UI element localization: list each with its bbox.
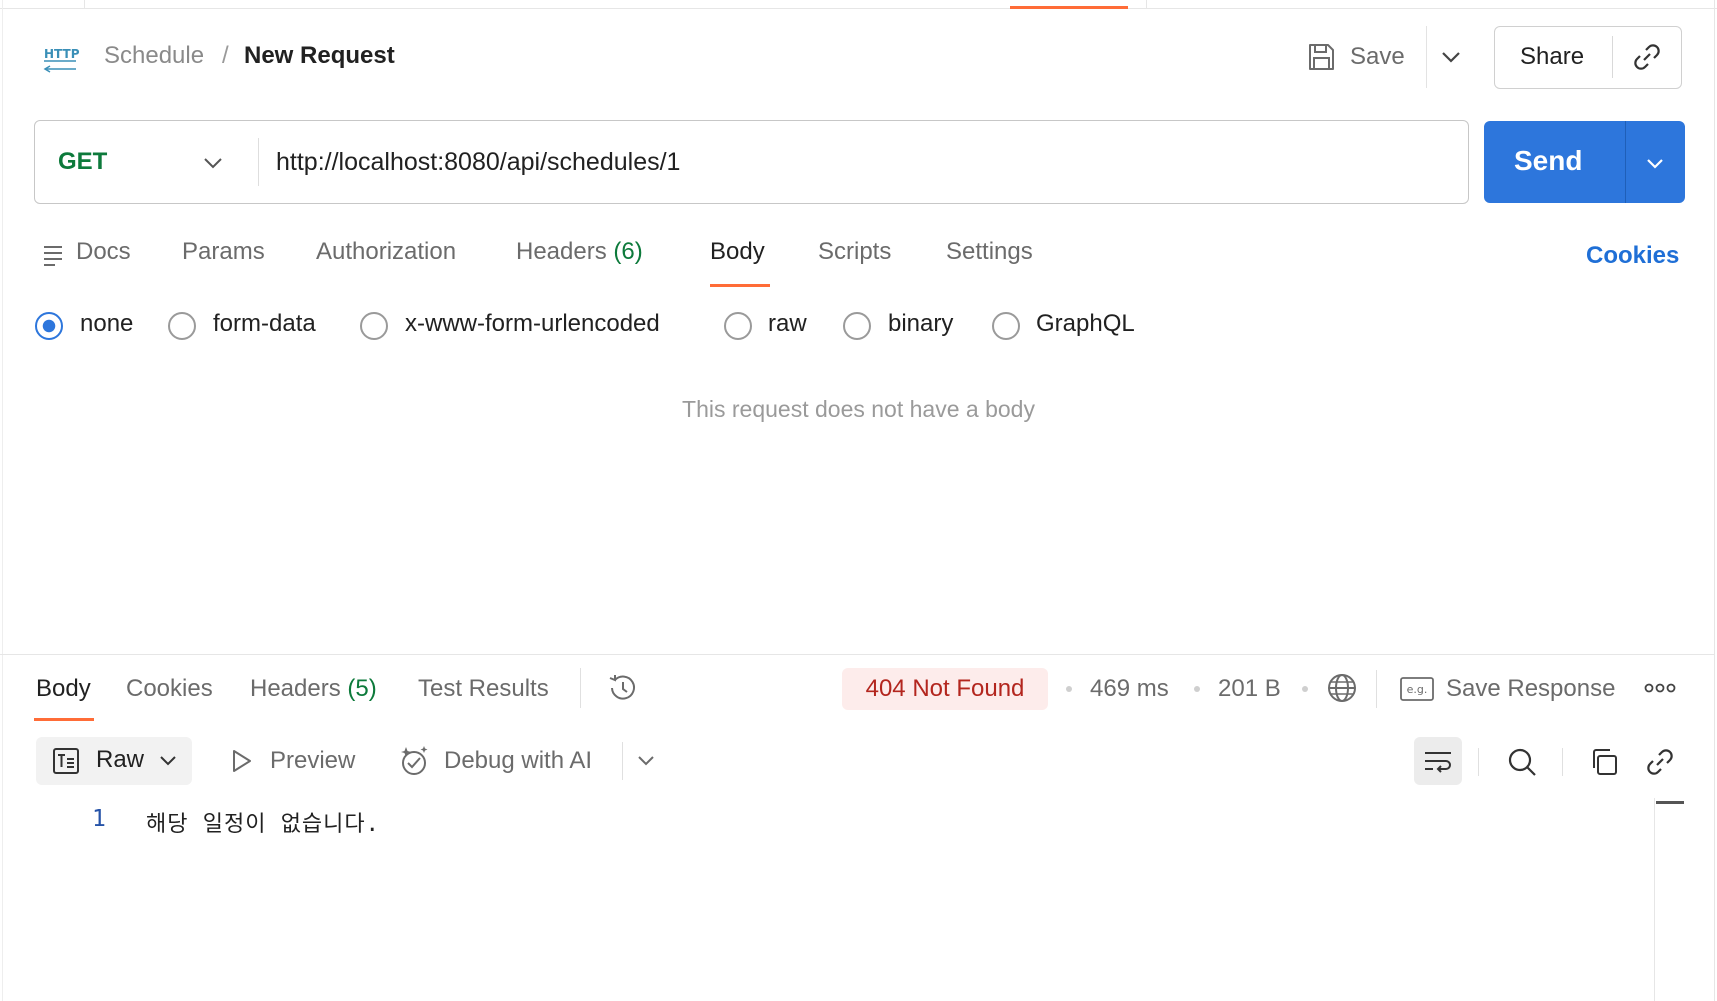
share-divider <box>1612 36 1613 78</box>
chevron-down-icon[interactable] <box>156 748 180 772</box>
copy-icon[interactable] <box>1588 746 1620 778</box>
response-tab-divider <box>580 668 581 708</box>
save-icon <box>1309 44 1334 70</box>
svg-text:HTTP: HTTP <box>44 47 80 61</box>
radio-label-urlencoded[interactable]: x-www-form-urlencoded <box>405 310 660 338</box>
tab-docs[interactable]: Docs <box>76 238 131 266</box>
line-number: 1 <box>92 806 106 832</box>
link-icon[interactable] <box>1632 42 1662 72</box>
empty-body-message: This request does not have a body <box>682 396 1035 422</box>
wrap-lines-icon <box>1425 752 1451 773</box>
radio-raw[interactable] <box>724 312 752 340</box>
active-tab-underline <box>710 284 770 287</box>
response-body-line[interactable]: 해당 일정이 없습니다. <box>146 806 380 838</box>
response-tab-test-results[interactable]: Test Results <box>418 675 549 703</box>
request-name[interactable]: New Request <box>244 42 395 70</box>
breadcrumb-separator: / <box>222 42 229 69</box>
url-divider <box>258 138 259 186</box>
response-tab-underline <box>34 718 94 721</box>
tab-authorization[interactable]: Authorization <box>316 238 456 266</box>
radio-none[interactable] <box>35 312 63 340</box>
radio-label-binary[interactable]: binary <box>888 310 953 338</box>
search-icon[interactable] <box>1506 746 1538 778</box>
radio-form-data[interactable] <box>168 312 196 340</box>
response-tab-headers[interactable]: Headers (5) <box>250 675 377 703</box>
play-icon <box>233 750 251 772</box>
example-icon-label: e.g. <box>1407 683 1428 696</box>
headers-count: (6) <box>613 238 643 265</box>
tab-settings[interactable]: Settings <box>946 238 1033 266</box>
radio-label-none[interactable]: none <box>80 310 133 338</box>
response-size[interactable]: 201 B <box>1218 675 1281 703</box>
tab-body[interactable]: Body <box>710 238 765 266</box>
docs-icon <box>44 246 62 266</box>
http-icon: HTTP <box>43 47 80 73</box>
breadcrumb-collection[interactable]: Schedule <box>104 42 204 70</box>
scrollbar-track[interactable] <box>1654 798 1655 1001</box>
meta-divider <box>1376 670 1377 708</box>
response-time[interactable]: 469 ms <box>1090 675 1169 703</box>
radio-graphql[interactable] <box>992 312 1020 340</box>
cookies-link[interactable]: Cookies <box>1586 242 1679 270</box>
radio-label-form-data[interactable]: form-data <box>213 310 316 338</box>
save-divider <box>1426 26 1427 88</box>
tab-separator <box>84 0 85 9</box>
send-divider <box>1625 121 1626 203</box>
tab-params[interactable]: Params <box>182 238 265 266</box>
response-headers-count: (5) <box>347 675 377 702</box>
chevron-down-icon[interactable] <box>200 150 226 176</box>
chevron-down-icon[interactable] <box>1642 150 1668 176</box>
meta-dot <box>1066 686 1072 692</box>
globe-icon[interactable] <box>1326 672 1358 704</box>
tab-separator <box>1146 0 1147 9</box>
active-tab-indicator <box>1010 6 1128 9</box>
history-icon[interactable] <box>606 672 638 704</box>
text-format-icon <box>53 748 79 774</box>
pane-divider[interactable] <box>0 654 1714 655</box>
method-selector[interactable]: GET <box>58 148 107 176</box>
share-label: Share <box>1520 43 1585 70</box>
chevron-down-icon[interactable] <box>1438 44 1464 70</box>
radio-label-graphql[interactable]: GraphQL <box>1036 310 1135 338</box>
url-input[interactable] <box>276 132 1456 192</box>
response-tab-body[interactable]: Body <box>36 675 91 703</box>
radio-binary[interactable] <box>843 312 871 340</box>
right-border <box>1714 0 1715 1001</box>
debug-divider <box>622 742 623 780</box>
format-label: Raw <box>96 746 145 773</box>
radio-urlencoded[interactable] <box>360 312 388 340</box>
send-label: Send <box>1514 145 1583 176</box>
top-tab-strip <box>0 0 1717 1001</box>
tab-headers[interactable]: Headers (6) <box>516 238 643 266</box>
left-border <box>2 0 3 1001</box>
save-label: Save <box>1350 43 1405 70</box>
status-badge[interactable]: 404 Not Found <box>842 668 1048 710</box>
meta-dot <box>1302 686 1308 692</box>
save-response-button[interactable]: Save Response <box>1446 675 1615 703</box>
more-options-icon[interactable] <box>1644 680 1676 696</box>
meta-dot <box>1194 686 1200 692</box>
link-icon[interactable] <box>1644 746 1676 778</box>
tab-scripts[interactable]: Scripts <box>818 238 891 266</box>
scrollbar-thumb[interactable] <box>1656 801 1684 804</box>
toolbar-divider <box>1478 748 1479 776</box>
debug-with-ai-button[interactable]: Debug with AI <box>444 747 592 775</box>
response-tab-cookies[interactable]: Cookies <box>126 675 213 703</box>
toolbar-divider <box>1562 748 1563 776</box>
chevron-down-icon[interactable] <box>634 748 658 772</box>
save-button[interactable]: Save <box>1306 32 1405 82</box>
preview-button[interactable]: Preview <box>270 747 355 775</box>
debug-ai-icon <box>401 746 428 775</box>
radio-label-raw[interactable]: raw <box>768 310 807 338</box>
example-icon: e.g. <box>1400 677 1434 701</box>
